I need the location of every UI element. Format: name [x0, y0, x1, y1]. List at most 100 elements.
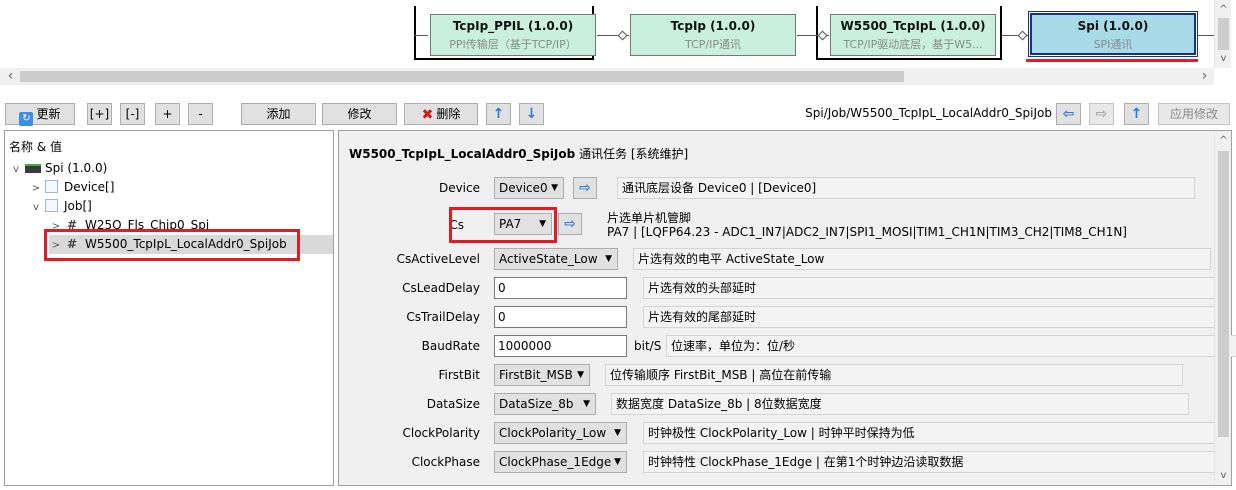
- prop-label: FirstBit: [438, 368, 480, 382]
- scroll-right-icon[interactable]: ›: [1196, 68, 1213, 85]
- clockphase-select[interactable]: ClockPhase_1Edge ▼: [494, 451, 627, 473]
- module-node-tcpip[interactable]: TcpIp (1.0.0) TCP/IP通讯: [630, 14, 796, 56]
- scroll-thumb[interactable]: [1218, 18, 1229, 50]
- nav-up-button[interactable]: ↑: [1124, 103, 1149, 125]
- tree-item-w5500-job[interactable]: > # W5500_TcpIpL_LocalAddr0_SpiJob: [49, 235, 333, 254]
- prop-row-cs: Cs PA7 ▼ ⇨ 片选单片机管脚 PA7 | [LQFP64.23 - ADC…: [339, 207, 1215, 243]
- prop-description: 时钟极性 ClockPolarity_Low | 时钟平时保持为低: [643, 422, 1221, 444]
- chevron-down-icon[interactable]: v: [9, 160, 23, 179]
- tree-item-label: Job[]: [64, 199, 92, 213]
- tree-item-job[interactable]: v Job[]: [29, 197, 92, 216]
- prop-description-line: PA7 | [LQFP64.23 - ADC1_IN7|ADC2_IN7|SPI…: [607, 225, 1127, 239]
- device-goto-button[interactable]: ⇨: [573, 177, 597, 199]
- tree-item-w25q[interactable]: > # W25Q_Fls_Chip0_Spi: [49, 216, 209, 235]
- nav-back-button[interactable]: ⇦: [1056, 103, 1081, 125]
- tree-item-device[interactable]: > Device[]: [29, 178, 114, 197]
- folder-icon: [45, 180, 58, 193]
- select-value: FirstBit_MSB: [499, 368, 573, 382]
- cs-goto-button[interactable]: ⇨: [558, 213, 582, 235]
- select-value: ActiveState_Low: [499, 252, 598, 266]
- module-title: TcpIp_PPIL (1.0.0): [452, 19, 574, 33]
- arrow-up-icon: ↑: [492, 106, 505, 122]
- expand-all-button[interactable]: [+]: [87, 103, 112, 125]
- refresh-button[interactable]: ↻ 更新: [5, 103, 75, 126]
- prop-description: 位传输顺序 FirstBit_MSB | 高位在前传输: [605, 364, 1183, 386]
- prop-row-device: Device Device0 ▼ ⇨ 通讯底层设备 Device0 | [Devi…: [339, 175, 1215, 201]
- diagram-horizontal-scrollbar[interactable]: ‹ ›: [0, 68, 1214, 85]
- add-button[interactable]: 添加: [241, 103, 316, 125]
- chevron-right-icon[interactable]: >: [29, 179, 43, 198]
- scroll-down-icon[interactable]: v: [1215, 50, 1232, 67]
- arrow-down-icon: ↓: [525, 106, 538, 122]
- scroll-up-icon[interactable]: ^: [1215, 1, 1232, 18]
- scroll-left-icon[interactable]: ‹: [2, 68, 19, 85]
- select-value: ClockPhase_1Edge: [499, 455, 612, 469]
- module-subtitle: PPI传输层（基于TCP/IP）: [449, 38, 577, 51]
- device-select[interactable]: Device0 ▼: [494, 177, 564, 199]
- collapse-button[interactable]: -: [188, 103, 213, 125]
- apply-changes-button[interactable]: 应用修改: [1158, 103, 1230, 125]
- prop-row-clockphase: ClockPhase ClockPhase_1Edge ▼ 时钟特性 ClockP…: [339, 449, 1221, 475]
- chevron-down-icon: ▼: [551, 183, 558, 193]
- scroll-up-icon[interactable]: ^: [1215, 132, 1232, 149]
- clockpolarity-select[interactable]: ClockPolarity_Low ▼: [494, 422, 627, 444]
- datasize-select[interactable]: DataSize_8b ▼: [494, 393, 596, 415]
- arrow-up-icon: ↑: [1130, 106, 1143, 122]
- module-diagram: TcpIp_PPIL (1.0.0) PPI传输层（基于TCP/IP） TcpI…: [0, 0, 1236, 86]
- chevron-right-icon[interactable]: >: [49, 217, 63, 236]
- delete-button[interactable]: ✖ 删除: [404, 103, 478, 125]
- select-value: DataSize_8b: [499, 397, 574, 411]
- chevron-right-icon[interactable]: >: [49, 236, 63, 255]
- chevron-down-icon: ▼: [614, 428, 621, 438]
- toolbar: ↻ 更新 [+] [-] + - 添加 修改 ✖ 删除 ↑ ↓ Spi/Job/W5…: [0, 98, 1236, 128]
- prop-label: CsLeadDelay: [402, 281, 480, 295]
- module-node-w5500-tcpipl[interactable]: W5500_TcpIpL (1.0.0) TCP/IP驱动底层，基于W5...: [830, 14, 996, 56]
- chip-icon: [25, 164, 41, 173]
- nav-forward-button[interactable]: ⇨: [1089, 103, 1114, 125]
- prop-description: 片选有效的头部延时: [643, 277, 1221, 299]
- tree-item-label: W5500_TcpIpL_LocalAddr0_SpiJob: [85, 237, 287, 251]
- chevron-down-icon[interactable]: v: [29, 198, 43, 217]
- csactivelevel-select[interactable]: ActiveState_Low ▼: [494, 248, 618, 270]
- module-node-spi[interactable]: Spi (1.0.0) SPI通讯: [1028, 11, 1198, 57]
- csleaddelay-input[interactable]: 0: [494, 277, 627, 299]
- cs-select[interactable]: PA7 ▼: [494, 213, 552, 235]
- expand-button[interactable]: +: [155, 103, 180, 125]
- tree-pane: 名称 & 值 v Spi (1.0.0) > Device[] v Job[] > # W…: [4, 130, 334, 486]
- module-subtitle: TCP/IP通讯: [685, 38, 741, 51]
- move-down-button[interactable]: ↓: [519, 103, 544, 125]
- scroll-thumb[interactable]: [20, 71, 904, 82]
- refresh-label: 更新: [36, 107, 61, 121]
- collapse-all-button[interactable]: [-]: [120, 103, 145, 125]
- delete-label: 删除: [436, 107, 461, 121]
- connector-line: [1198, 35, 1214, 36]
- scroll-down-icon[interactable]: v: [1215, 467, 1232, 484]
- prop-label: ClockPhase: [411, 455, 480, 469]
- diagram-vertical-scrollbar[interactable]: ^ v: [1214, 0, 1231, 68]
- scroll-thumb[interactable]: [1218, 151, 1229, 437]
- prop-row-csactivelevel: CsActiveLevel ActiveState_Low ▼ 片选有效的电平 A…: [339, 246, 1215, 272]
- prop-label: DataSize: [426, 397, 480, 411]
- modify-button[interactable]: 修改: [322, 103, 397, 125]
- prop-description: 片选有效的尾部延时: [643, 306, 1221, 328]
- properties-vertical-scrollbar[interactable]: ^ v: [1214, 131, 1231, 485]
- tree-item-label: Device[]: [64, 180, 115, 194]
- prop-description: 片选有效的电平 ActiveState_Low: [633, 248, 1211, 270]
- module-title: W5500_TcpIpL (1.0.0): [840, 19, 986, 33]
- cstraildelay-input[interactable]: 0: [494, 306, 627, 328]
- tree-item-spi[interactable]: v Spi (1.0.0): [9, 159, 107, 178]
- properties-title: W5500_TcpIpL_LocalAddr0_SpiJob 通讯任务 [系统维…: [349, 145, 688, 162]
- move-up-button[interactable]: ↑: [486, 103, 511, 125]
- select-value: PA7: [499, 217, 522, 231]
- firstbit-select[interactable]: FirstBit_MSB ▼: [494, 364, 590, 386]
- baudrate-input[interactable]: 1000000: [494, 335, 627, 357]
- arrow-right-icon: ⇨: [579, 180, 591, 196]
- highlight-underline: [1026, 59, 1198, 62]
- hash-icon: #: [66, 237, 78, 251]
- job-name: W5500_TcpIpL_LocalAddr0_SpiJob: [349, 147, 576, 161]
- properties-pane: W5500_TcpIpL_LocalAddr0_SpiJob 通讯任务 [系统维…: [338, 130, 1236, 486]
- module-node-tcpip-ppil[interactable]: TcpIp_PPIL (1.0.0) PPI传输层（基于TCP/IP）: [430, 14, 596, 56]
- refresh-icon: ↻: [19, 112, 34, 126]
- tree-item-label: W25Q_Fls_Chip0_Spi: [85, 218, 210, 232]
- baudrate-unit: bit/S: [634, 339, 662, 353]
